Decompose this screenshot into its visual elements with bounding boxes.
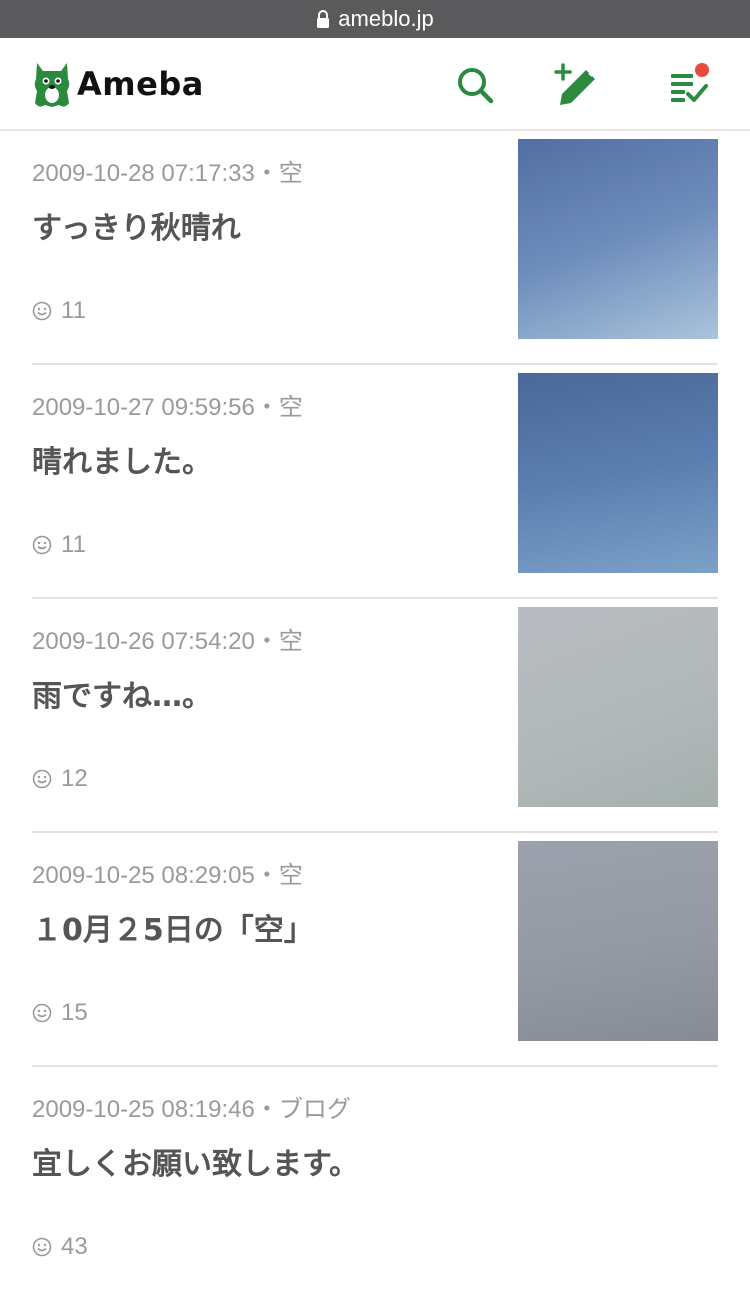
like-count-value: 12 <box>61 765 88 792</box>
site-header: Ameba <box>0 38 750 131</box>
url-text: ameblo.jp <box>338 6 434 31</box>
smile-icon <box>32 301 52 321</box>
entry-date: 2009-10-28 07:17:33・空 <box>32 160 303 187</box>
entry-date: 2009-10-25 08:19:46・ブログ <box>32 1096 351 1123</box>
entry-title[interactable]: すっきり秋晴れ <box>32 203 502 247</box>
logo-text: Ameba <box>77 65 204 103</box>
entry-thumbnail[interactable] <box>518 607 718 807</box>
entry-list: 2009-10-28 07:17:33・空 すっきり秋晴れ 11 2009-10… <box>0 131 750 1294</box>
entry-date: 2009-10-27 09:59:56・空 <box>32 394 303 421</box>
entry-title[interactable]: 晴れました。 <box>32 437 502 481</box>
smile-icon <box>32 1237 52 1257</box>
entry-title[interactable]: 宜しくお願い致します。 <box>32 1139 502 1183</box>
entry-date: 2009-10-26 07:54:20・空 <box>32 628 303 655</box>
like-count[interactable]: 11 <box>32 297 86 325</box>
notification-dot <box>695 63 709 77</box>
browser-url-bar[interactable]: ameblo.jp <box>0 0 750 38</box>
like-count[interactable]: 11 <box>32 531 86 559</box>
smile-icon <box>32 535 52 555</box>
like-count-value: 11 <box>61 531 86 558</box>
entry-thumbnail[interactable] <box>518 139 718 339</box>
like-count[interactable]: 12 <box>32 765 88 793</box>
ameba-logo[interactable]: Ameba <box>31 58 204 110</box>
entry-date: 2009-10-25 08:29:05・空 <box>32 862 303 889</box>
list-item[interactable]: 2009-10-26 07:54:20・空 雨ですね…。 12 <box>32 599 718 833</box>
list-item[interactable]: 2009-10-28 07:17:33・空 すっきり秋晴れ 11 <box>32 131 718 365</box>
entry-title[interactable]: 雨ですね…。 <box>32 671 502 715</box>
feed-list-icon <box>671 63 709 102</box>
write-post-icon <box>554 63 595 105</box>
like-count-value: 15 <box>61 999 88 1026</box>
list-item[interactable]: 2009-10-25 08:19:46・ブログ 宜しくお願い致します。 43 <box>32 1067 718 1294</box>
smile-icon <box>32 1003 52 1023</box>
smile-icon <box>32 769 52 789</box>
like-count-value: 11 <box>61 297 86 324</box>
entry-thumbnail[interactable] <box>518 373 718 573</box>
like-count[interactable]: 15 <box>32 999 88 1027</box>
search-icon <box>458 68 494 104</box>
list-item[interactable]: 2009-10-27 09:59:56・空 晴れました。 11 <box>32 365 718 599</box>
feed-list-button[interactable] <box>666 62 712 108</box>
list-item[interactable]: 2009-10-25 08:29:05・空 １0月２5日の「空」 15 <box>32 833 718 1067</box>
like-count[interactable]: 43 <box>32 1233 88 1261</box>
search-button[interactable] <box>452 62 498 108</box>
entry-title[interactable]: １0月２5日の「空」 <box>32 905 502 949</box>
entry-thumbnail[interactable] <box>518 841 718 1041</box>
ameba-mascot-icon <box>34 63 70 107</box>
write-post-button[interactable] <box>553 62 599 108</box>
like-count-value: 43 <box>61 1233 88 1260</box>
lock-icon <box>317 10 330 28</box>
